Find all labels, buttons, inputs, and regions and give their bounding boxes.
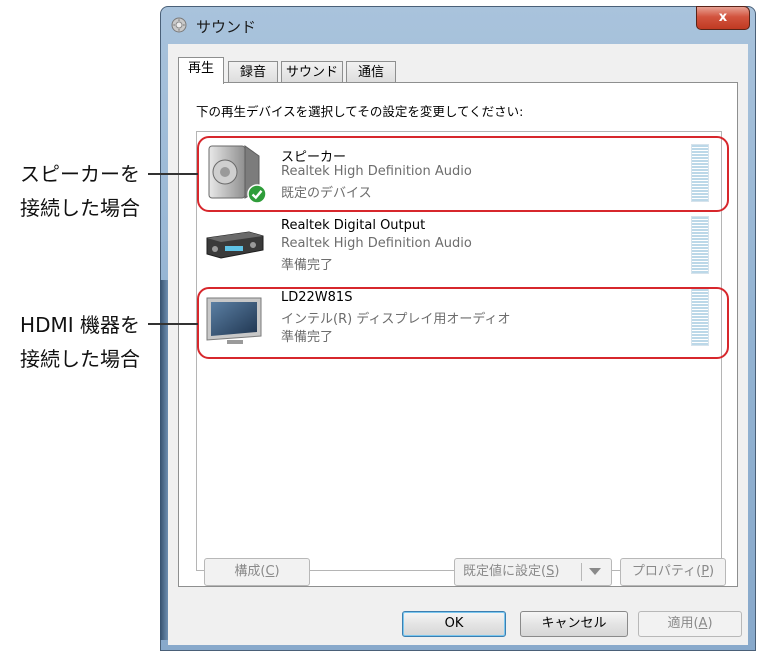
- cancel-button[interactable]: キャンセル: [520, 611, 628, 637]
- apply-label: 適用(: [667, 616, 699, 631]
- configure-tail: ): [274, 564, 280, 579]
- apply-tail: ): [707, 616, 713, 631]
- annotation-speaker-line1: スピーカーを: [20, 162, 140, 186]
- set-default-label: 既定値に設定(: [463, 564, 547, 579]
- annotation-hdmi-line1: HDMI 機器を: [20, 313, 140, 337]
- window-edge-shade: [160, 280, 168, 640]
- tab-sounds[interactable]: サウンド: [281, 61, 343, 83]
- list-item-digital-output[interactable]: Realtek Digital Output Realtek High Defi…: [197, 210, 721, 280]
- configure-label: 構成(: [234, 564, 266, 579]
- annotation-hdmi: HDMI 機器を 接続した場合: [0, 308, 140, 376]
- properties-tail: ): [709, 564, 715, 579]
- device-name: Realtek Digital Output: [281, 218, 426, 233]
- device-driver: Realtek High Definition Audio: [281, 236, 472, 251]
- volume-meter: [691, 216, 709, 274]
- callout-hdmi: [197, 287, 729, 359]
- receiver-icon: [203, 214, 265, 276]
- device-status: 準備完了: [281, 258, 334, 273]
- title-bar[interactable]: サウンド x: [168, 6, 750, 44]
- annotation-speaker: スピーカーを 接続した場合: [0, 157, 140, 225]
- leader-line-hdmi: [148, 323, 198, 325]
- apply-button[interactable]: 適用(A): [638, 611, 742, 637]
- annotation-speaker-line2: 接続した場合: [20, 196, 140, 220]
- tab-recording[interactable]: 録音: [228, 61, 278, 83]
- leader-line-speaker: [148, 173, 198, 175]
- tab-communications[interactable]: 通信: [346, 61, 396, 83]
- split-divider: [581, 563, 582, 581]
- chevron-down-icon[interactable]: [589, 568, 601, 575]
- ok-button[interactable]: OK: [402, 611, 506, 637]
- instruction-text: 下の再生デバイスを選択してその設定を変更してください:: [196, 104, 524, 119]
- configure-button[interactable]: 構成(C): [204, 558, 310, 586]
- window-title: サウンド: [196, 18, 257, 36]
- set-default-button[interactable]: 既定値に設定(S): [454, 558, 612, 586]
- sound-app-icon: [170, 16, 188, 34]
- properties-button[interactable]: プロパティ(P): [620, 558, 726, 586]
- configure-accel: C: [265, 564, 275, 579]
- tab-playback[interactable]: 再生: [178, 57, 224, 84]
- close-button[interactable]: x: [696, 6, 750, 30]
- properties-label: プロパティ(: [631, 564, 702, 579]
- callout-speaker: [197, 136, 729, 212]
- set-default-tail: ): [554, 564, 560, 579]
- annotation-hdmi-line2: 接続した場合: [20, 347, 140, 371]
- properties-accel: P: [701, 564, 710, 579]
